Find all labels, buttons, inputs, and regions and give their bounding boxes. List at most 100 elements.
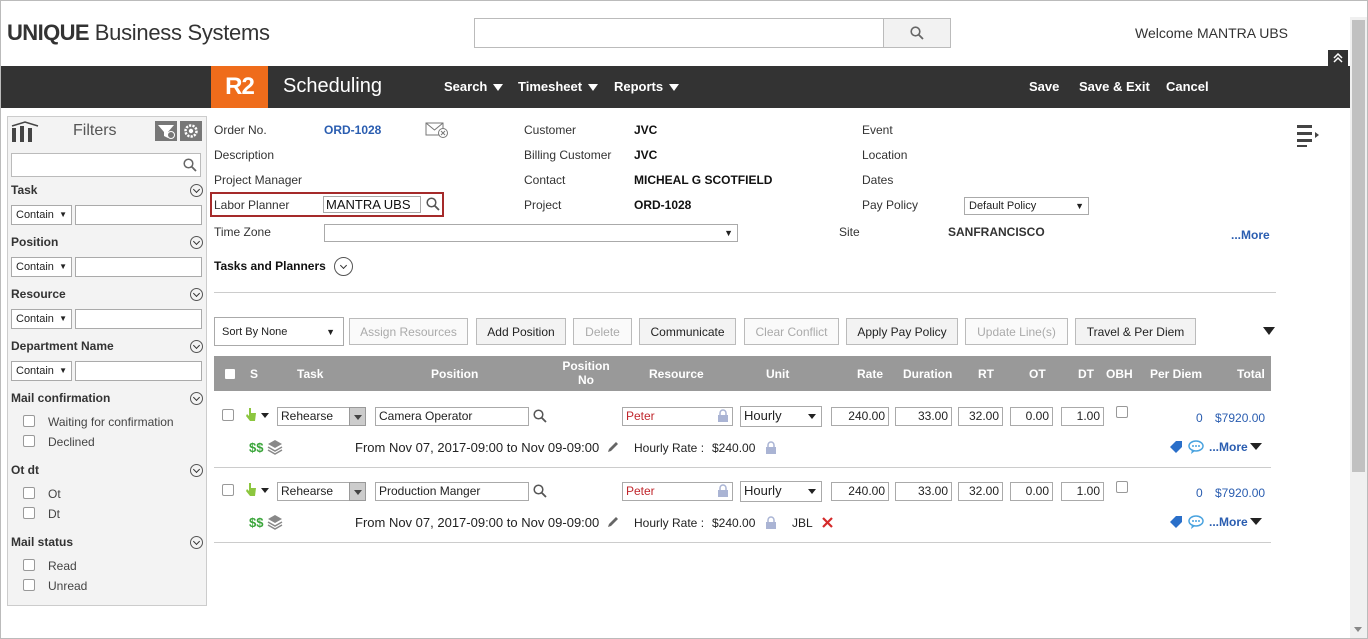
collapse-header-button[interactable]: [1328, 50, 1348, 66]
gear-icon[interactable]: [180, 121, 202, 141]
chevron-down-icon[interactable]: [190, 536, 203, 549]
position-filter-input[interactable]: [75, 257, 202, 277]
search-icon[interactable]: [533, 409, 547, 423]
obh-checkbox[interactable]: [1116, 481, 1128, 493]
time-zone-select[interactable]: ▼: [324, 224, 738, 242]
row-more-link[interactable]: ...More: [1209, 515, 1248, 529]
chevron-down-icon[interactable]: [261, 488, 269, 493]
duration-input[interactable]: 33.00: [895, 482, 952, 501]
filter-section-department[interactable]: Department Name: [11, 339, 114, 353]
rate-input[interactable]: 240.00: [831, 482, 889, 501]
filter-section-mail-status[interactable]: Mail status: [11, 535, 73, 549]
chevron-down-icon[interactable]: [190, 340, 203, 353]
chevron-down-icon[interactable]: [349, 407, 366, 426]
chat-icon[interactable]: [1188, 515, 1204, 530]
rt-input[interactable]: 32.00: [958, 482, 1003, 501]
ot-input[interactable]: 0.00: [1010, 407, 1053, 426]
dt-checkbox[interactable]: [23, 507, 35, 519]
close-icon[interactable]: [821, 516, 834, 529]
department-contain-select[interactable]: Contain: [11, 361, 72, 381]
task-contain-select[interactable]: Contain: [11, 205, 72, 225]
layers-icon[interactable]: [267, 514, 283, 530]
unread-checkbox[interactable]: [23, 579, 35, 591]
search-icon[interactable]: [426, 197, 440, 211]
dt-input[interactable]: 1.00: [1061, 407, 1104, 426]
lock-icon[interactable]: [717, 409, 729, 422]
filter-clear-icon[interactable]: [155, 121, 177, 141]
columns-icon[interactable]: [11, 121, 39, 143]
select-all-checkbox[interactable]: [224, 368, 236, 380]
position-contain-select[interactable]: Contain: [11, 257, 72, 277]
chevron-down-icon[interactable]: [190, 392, 203, 405]
filter-section-ot-dt[interactable]: Ot dt: [11, 463, 39, 477]
nav-menu-timesheet[interactable]: Timesheet: [518, 79, 599, 94]
sort-select[interactable]: Sort By None ▼: [214, 317, 344, 346]
filter-section-mail-confirmation[interactable]: Mail confirmation: [11, 391, 110, 405]
row-checkbox[interactable]: [222, 409, 234, 421]
ot-input[interactable]: 0.00: [1010, 482, 1053, 501]
chevron-down-icon[interactable]: [190, 464, 203, 477]
resource-contain-select[interactable]: Contain: [11, 309, 72, 329]
dt-input[interactable]: 1.00: [1061, 482, 1104, 501]
chevron-down-icon[interactable]: [190, 184, 203, 197]
more-link[interactable]: ...More: [1231, 228, 1270, 242]
tag-icon[interactable]: [1168, 440, 1184, 455]
lock-icon[interactable]: [717, 484, 729, 497]
layers-icon[interactable]: [267, 439, 283, 455]
money-icon[interactable]: $$: [249, 440, 263, 455]
global-search-input[interactable]: [474, 18, 884, 48]
filter-section-position[interactable]: Position: [11, 235, 58, 249]
nav-menu-search[interactable]: Search: [444, 79, 504, 94]
pencil-icon[interactable]: [606, 440, 620, 454]
resource-filter-input[interactable]: [75, 309, 202, 329]
save-button[interactable]: Save: [1029, 79, 1059, 94]
scroll-down-icon[interactable]: [1354, 627, 1362, 632]
nav-menu-reports[interactable]: Reports: [614, 79, 680, 94]
obh-checkbox[interactable]: [1116, 406, 1128, 418]
chevron-down-icon[interactable]: [190, 236, 203, 249]
save-exit-button[interactable]: Save & Exit: [1079, 79, 1150, 94]
per-diem-link[interactable]: 0: [1196, 411, 1203, 425]
scrollbar-thumb[interactable]: [1352, 20, 1365, 472]
cancel-button[interactable]: Cancel: [1166, 79, 1209, 94]
task-filter-input[interactable]: [75, 205, 202, 225]
duration-input[interactable]: 33.00: [895, 407, 952, 426]
waiting-confirmation-checkbox[interactable]: [23, 415, 35, 427]
chat-icon[interactable]: [1188, 440, 1204, 455]
chevron-down-icon[interactable]: [349, 482, 366, 501]
hand-icon[interactable]: [245, 482, 257, 497]
lock-icon[interactable]: [765, 441, 777, 454]
chevron-down-icon[interactable]: [1263, 327, 1275, 335]
total-link[interactable]: $7920.00: [1215, 486, 1265, 500]
communicate-button[interactable]: Communicate: [639, 318, 736, 345]
rt-input[interactable]: 32.00: [958, 407, 1003, 426]
pencil-icon[interactable]: [606, 515, 620, 529]
row-more-link[interactable]: ...More: [1209, 440, 1248, 454]
declined-checkbox[interactable]: [23, 435, 35, 447]
menu-icon[interactable]: [1296, 124, 1320, 148]
labor-planner-input[interactable]: MANTRA UBS: [323, 196, 421, 213]
filter-search-input[interactable]: [11, 153, 201, 177]
position-input[interactable]: Camera Operator: [375, 407, 529, 426]
assign-resources-button[interactable]: Assign Resources: [349, 318, 468, 345]
per-diem-link[interactable]: 0: [1196, 486, 1203, 500]
add-position-button[interactable]: Add Position: [476, 318, 566, 345]
pay-policy-select[interactable]: Default Policy ▼: [964, 197, 1089, 215]
filter-section-task[interactable]: Task: [11, 183, 37, 197]
row-checkbox[interactable]: [222, 484, 234, 496]
chevron-down-icon[interactable]: [1250, 518, 1262, 525]
global-search-button[interactable]: [883, 18, 951, 48]
ot-checkbox[interactable]: [23, 487, 35, 499]
position-input[interactable]: Production Manger: [375, 482, 529, 501]
update-lines-button[interactable]: Update Line(s): [965, 318, 1068, 345]
total-link[interactable]: $7920.00: [1215, 411, 1265, 425]
mail-icon[interactable]: [425, 122, 449, 138]
travel-per-diem-button[interactable]: Travel & Per Diem: [1075, 318, 1196, 345]
chevron-down-icon[interactable]: [190, 288, 203, 301]
tag-icon[interactable]: [1168, 515, 1184, 530]
department-filter-input[interactable]: [75, 361, 202, 381]
lock-icon[interactable]: [765, 516, 777, 529]
money-icon[interactable]: $$: [249, 515, 263, 530]
read-checkbox[interactable]: [23, 559, 35, 571]
search-icon[interactable]: [533, 484, 547, 498]
